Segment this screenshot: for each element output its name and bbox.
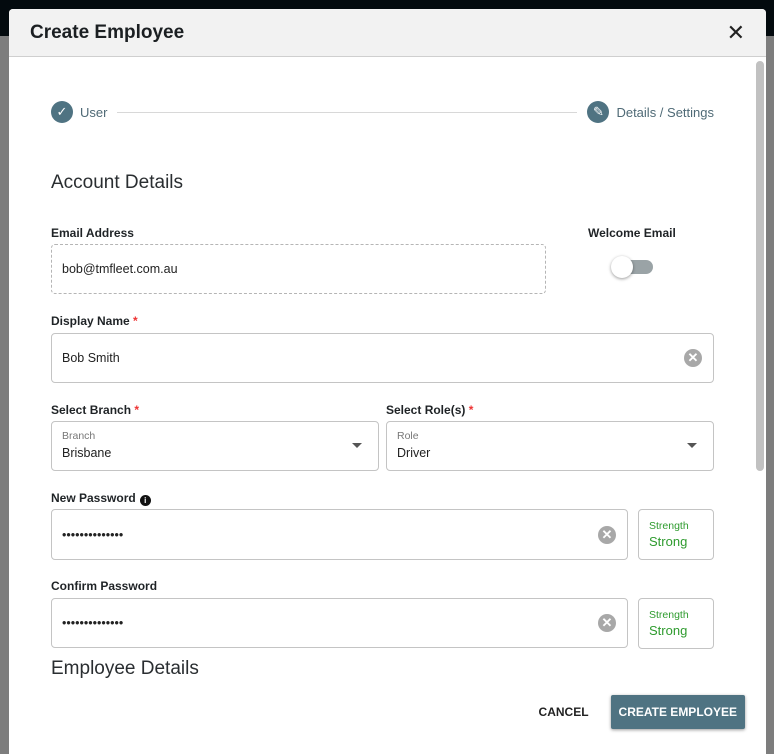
confirm-password-label: Confirm Password [51, 579, 158, 593]
info-icon[interactable]: i [139, 495, 151, 506]
display-name-input[interactable]: Bob Smith ✕ [51, 333, 714, 383]
cancel-button[interactable]: CANCEL [531, 697, 597, 727]
check-icon: ✓ [51, 101, 73, 123]
clear-icon[interactable]: ✕ [598, 614, 616, 632]
email-value: bob@tmfleet.com.au [62, 262, 178, 276]
confirm-password-strength: Strength Strong [638, 598, 714, 649]
chevron-down-icon [687, 443, 697, 448]
step-details-settings[interactable]: Details / Settings [616, 105, 714, 120]
modal-header: Create Employee ✕ [9, 9, 766, 57]
scrollbar[interactable] [756, 61, 764, 471]
account-details-heading: Account Details [51, 172, 184, 193]
display-name-value: Bob Smith [62, 351, 120, 365]
close-icon[interactable]: ✕ [727, 21, 745, 44]
display-name-label: Display Name * [51, 314, 138, 328]
toggle-knob [611, 256, 633, 278]
new-password-label: New Password i [51, 491, 151, 506]
clear-icon[interactable]: ✕ [684, 349, 702, 367]
welcome-email-label: Welcome Email [588, 226, 676, 240]
welcome-email-toggle[interactable] [611, 256, 653, 278]
step-divider [117, 111, 578, 113]
role-select[interactable]: Role Driver [386, 421, 714, 471]
new-password-input[interactable]: •••••••••••••• ✕ [51, 509, 628, 560]
step-user[interactable]: User [80, 105, 107, 120]
branch-label: Select Branch * [51, 403, 140, 417]
role-label: Select Role(s) * [386, 403, 474, 417]
create-employee-button[interactable]: CREATE EMPLOYEE [610, 695, 745, 729]
new-password-strength: Strength Strong [638, 509, 714, 560]
confirm-password-input[interactable]: •••••••••••••• ✕ [51, 598, 628, 648]
pencil-icon: ✎ [587, 101, 610, 123]
email-field[interactable]: bob@tmfleet.com.au [51, 244, 546, 294]
email-label: Email Address [51, 226, 134, 240]
stepper: ✓ User ✎ Details / Settings [51, 101, 714, 123]
modal-title: Create Employee [30, 21, 185, 43]
create-employee-modal: Create Employee ✕ ✓ User ✎ Details / Set… [9, 9, 766, 754]
branch-select[interactable]: Branch Brisbane [51, 421, 379, 471]
chevron-down-icon [352, 443, 362, 448]
clear-icon[interactable]: ✕ [598, 525, 616, 544]
employee-details-heading: Employee Details [51, 658, 199, 679]
modal-footer: CANCEL CREATE EMPLOYEE [531, 695, 745, 729]
